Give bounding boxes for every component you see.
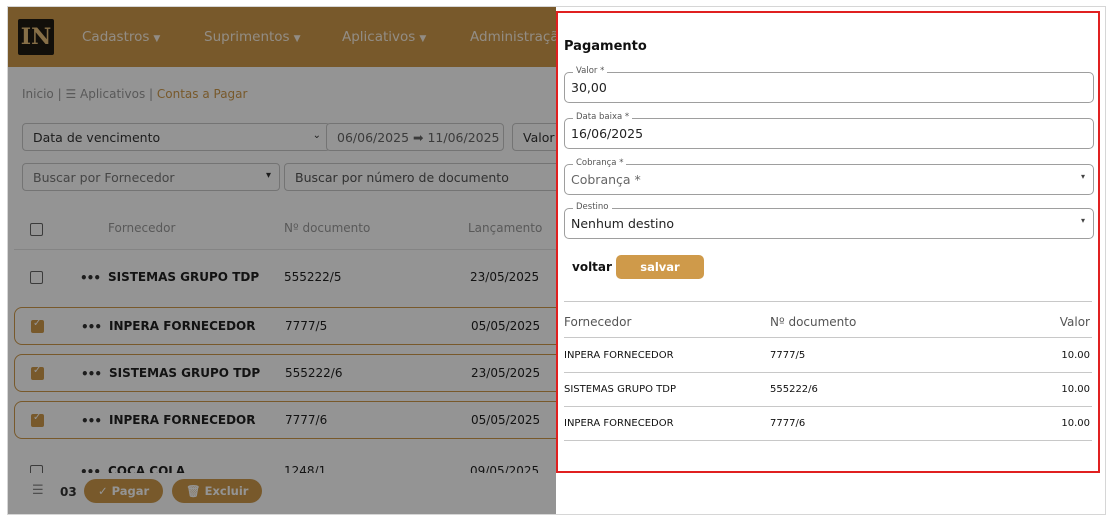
row-value: 10.00 <box>1061 418 1090 429</box>
destino-value[interactable]: Nenhum destino <box>571 216 674 231</box>
save-button[interactable]: salvar <box>616 255 704 279</box>
panel-title: Pagamento <box>564 39 647 54</box>
destino-label: Destino <box>573 202 612 212</box>
row-document: 555222/6 <box>770 384 818 395</box>
row-value: 10.00 <box>1061 384 1090 395</box>
valor-label: Valor * <box>573 66 608 76</box>
data-baixa-label: Data baixa * <box>573 112 633 122</box>
cobranca-select[interactable]: Cobrança * Cobrança * ▾ <box>564 158 1094 195</box>
chevron-down-icon: ▾ <box>1080 172 1085 181</box>
screen-frame: IN Cadastros ▼ Suprimentos ▼ Aplicativos ▼ … <box>7 6 1106 515</box>
back-button[interactable]: voltar <box>572 260 612 274</box>
row-document: 7777/6 <box>770 418 806 429</box>
row-supplier: SISTEMAS GRUPO TDP <box>564 384 677 395</box>
row-document: 7777/5 <box>770 350 806 361</box>
chevron-down-icon: ▾ <box>1080 216 1085 225</box>
row-supplier: INPERA FORNECEDOR <box>564 350 674 361</box>
accounts-payable-app: IN Cadastros ▼ Suprimentos ▼ Aplicativos ▼ … <box>8 7 556 514</box>
modal-backdrop[interactable] <box>8 7 556 514</box>
row-supplier: INPERA FORNECEDOR <box>564 418 674 429</box>
data-baixa-value[interactable]: 16/06/2025 <box>571 126 643 141</box>
column-header-documento: Nº documento <box>770 315 857 329</box>
valor-value[interactable]: 30,00 <box>571 80 607 95</box>
page: IN Cadastros ▼ Suprimentos ▼ Aplicativos ▼ … <box>0 0 1110 520</box>
table-header-divider <box>564 337 1092 338</box>
table-row-divider <box>564 406 1092 407</box>
cobranca-label: Cobrança * <box>573 158 627 168</box>
valor-field[interactable]: Valor * 30,00 <box>564 66 1094 103</box>
data-baixa-field[interactable]: Data baixa * 16/06/2025 <box>564 112 1094 149</box>
table-bottom-divider <box>564 440 1092 441</box>
column-header-fornecedor: Fornecedor <box>564 315 632 329</box>
destino-select[interactable]: Destino Nenhum destino ▾ <box>564 202 1094 239</box>
row-value: 10.00 <box>1061 350 1090 361</box>
cobranca-value[interactable]: Cobrança * <box>571 172 641 187</box>
table-row-divider <box>564 372 1092 373</box>
column-header-valor: Valor <box>1059 315 1090 329</box>
payment-panel: Pagamento Valor * 30,00 Data baixa * 16/… <box>556 11 1100 473</box>
table-top-divider <box>564 301 1092 302</box>
